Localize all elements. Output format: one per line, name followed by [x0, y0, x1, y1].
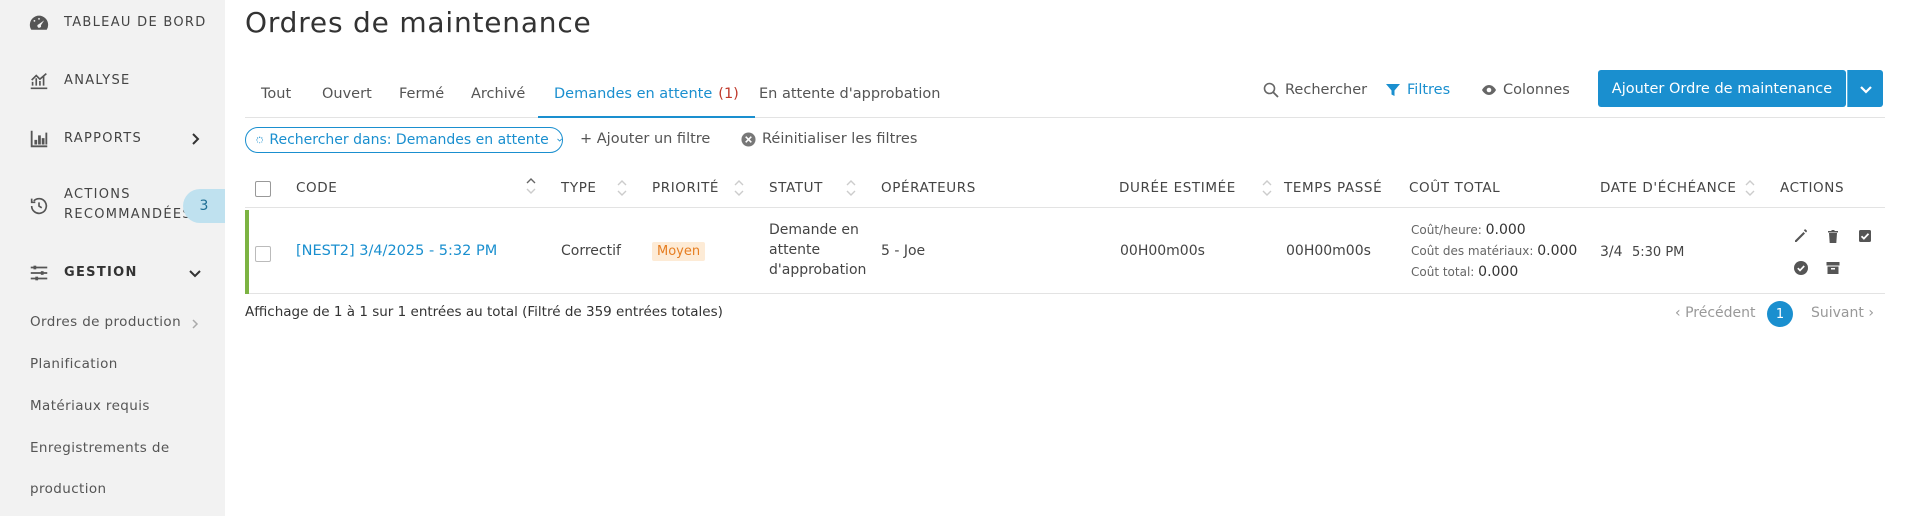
chevron-down-icon	[1859, 85, 1872, 94]
delete-icon[interactable]	[1825, 228, 1841, 244]
sidebar-item-dashboard[interactable]: TABLEAU DE BORD	[0, 12, 225, 34]
estimated-duration-value: 00H00m00s	[1120, 243, 1205, 259]
eye-icon	[1482, 85, 1496, 95]
header-time-spent: TEMPS PASSÉ	[1284, 180, 1383, 196]
add-options-dropdown[interactable]	[1847, 70, 1883, 107]
status-text-line1: Demande en	[769, 222, 859, 238]
bar-chart-icon	[28, 128, 50, 150]
sidebar-subitem-production-records[interactable]: Enregistrements de	[30, 440, 170, 456]
order-type: Correctif	[561, 243, 621, 259]
tab-open[interactable]: Ouvert	[306, 82, 388, 118]
header-code[interactable]: CODE	[296, 180, 337, 196]
columns-button[interactable]: Colonnes	[1481, 79, 1570, 101]
speedometer-icon	[28, 12, 50, 34]
tab-count-badge: (1)	[718, 86, 739, 102]
sort-icon[interactable]	[734, 178, 744, 198]
header-total-cost: COÛT TOTAL	[1409, 180, 1501, 196]
sidebar-item-label-line2: RECOMMANDÉES	[64, 207, 192, 222]
sidebar-item-label: RAPPORTS	[64, 131, 142, 146]
archive-icon[interactable]	[1825, 260, 1841, 276]
close-circle-icon	[741, 131, 756, 147]
sidebar-subitem-production-orders[interactable]: Ordres de production	[30, 314, 181, 330]
sidebar-item-gestion[interactable]: GESTION	[0, 262, 225, 284]
header-status[interactable]: STATUT	[769, 180, 823, 196]
next-page-button[interactable]: Suivant ›	[1811, 300, 1874, 326]
search-button[interactable]: Rechercher	[1263, 79, 1367, 101]
check-circle-icon[interactable]	[1793, 260, 1809, 276]
header-estimated-duration[interactable]: DURÉE ESTIMÉE	[1119, 180, 1236, 196]
tab-archived[interactable]: Archivé	[455, 82, 541, 118]
priority-badge: Moyen	[652, 242, 706, 261]
header-type[interactable]: TYPE	[561, 180, 597, 196]
header-due-date[interactable]: DATE D'ÉCHÉANCE	[1600, 180, 1736, 196]
tab-pending-requests[interactable]: Demandes en attente (1)	[538, 82, 755, 118]
sort-icon[interactable]	[617, 178, 627, 198]
chart-line-icon	[28, 70, 50, 92]
sidebar-subitem-required-materials[interactable]: Matériaux requis	[30, 398, 150, 414]
header-priority[interactable]: PRIORITÉ	[652, 180, 719, 196]
chevron-right-icon: ›	[1868, 305, 1874, 321]
add-maintenance-order-button[interactable]: Ajouter Ordre de maintenance	[1598, 70, 1883, 107]
edit-icon[interactable]	[1793, 228, 1809, 244]
cost-breakdown: Coût/heure: 0.000 Coût des matériaux: 0.…	[1411, 222, 1578, 280]
header-operators: OPÉRATEURS	[881, 180, 976, 196]
due-time-value: 5:30 PM	[1632, 245, 1685, 260]
search-scope-chip[interactable]: Rechercher dans: Demandes en attente	[245, 127, 563, 153]
table-header: CODE TYPE PRIORITÉ STATUT OPÉRATEURS DUR…	[245, 172, 1885, 208]
recommended-actions-badge: 3	[183, 189, 225, 223]
add-filter-button[interactable]: + Ajouter un filtre	[580, 131, 710, 147]
operators-value: 5 - Joe	[881, 243, 926, 259]
sort-icon[interactable]	[1745, 178, 1755, 198]
pagination-summary: Affichage de 1 à 1 sur 1 entrées au tota…	[245, 304, 723, 320]
search-icon	[1263, 82, 1279, 98]
reset-filters-button[interactable]: Réinitialiser les filtres	[741, 131, 917, 147]
chevron-down-icon	[188, 266, 202, 280]
tab-closed[interactable]: Fermé	[383, 82, 460, 118]
sort-icon[interactable]	[846, 178, 856, 198]
time-spent-value: 00H00m00s	[1286, 243, 1371, 259]
row-status-marker	[245, 210, 249, 294]
sidebar-item-label: TABLEAU DE BORD	[64, 15, 207, 30]
sidebar-subitem-production-records-line2[interactable]: production	[30, 481, 107, 497]
tab-awaiting-approval[interactable]: En attente d'approbation	[743, 82, 956, 118]
sidebar-subitem-planning[interactable]: Planification	[30, 356, 118, 372]
chevron-left-icon: ‹	[1675, 305, 1681, 321]
current-page-button[interactable]: 1	[1767, 301, 1793, 327]
sort-icon[interactable]	[526, 176, 536, 196]
chevron-right-icon	[190, 319, 200, 329]
approve-checkbox-icon[interactable]	[1857, 228, 1873, 244]
chevron-down-icon	[556, 138, 562, 142]
sliders-icon	[28, 262, 50, 284]
filters-button[interactable]: Filtres	[1385, 79, 1450, 101]
sidebar-item-label-line1: ACTIONS	[64, 187, 131, 202]
row-checkbox[interactable]	[255, 246, 271, 262]
sort-icon[interactable]	[1262, 178, 1272, 198]
sidebar-item-recommended-actions[interactable]: ACTIONS RECOMMANDÉES 3	[0, 187, 225, 223]
sidebar-item-label: GESTION	[64, 265, 138, 280]
previous-page-button[interactable]: ‹ Précédent	[1675, 300, 1756, 326]
sidebar-item-analyse[interactable]: ANALYSE	[0, 70, 225, 92]
filter-icon	[1386, 84, 1400, 96]
table-row: [NEST2] 3/4/2025 - 5:32 PM Correctif Moy…	[245, 210, 1885, 294]
tab-all[interactable]: Tout	[245, 82, 307, 118]
sidebar-item-rapports[interactable]: RAPPORTS	[0, 128, 225, 150]
due-date-value: 3/4	[1600, 244, 1623, 260]
sidebar: TABLEAU DE BORD ANALYSE RAPPORTS ACTIONS…	[0, 0, 225, 516]
history-icon	[28, 195, 50, 217]
status-text-line2: attente	[769, 242, 821, 258]
status-text-line3: d'approbation	[769, 262, 867, 278]
select-all-checkbox[interactable]	[255, 181, 271, 197]
chevron-right-icon	[188, 132, 202, 146]
header-actions: ACTIONS	[1780, 180, 1845, 196]
sidebar-item-label: ANALYSE	[64, 73, 131, 88]
page-title: Ordres de maintenance	[245, 6, 592, 39]
order-code-link[interactable]: [NEST2] 3/4/2025 - 5:32 PM	[296, 243, 497, 259]
loading-spinner-icon	[256, 136, 264, 144]
